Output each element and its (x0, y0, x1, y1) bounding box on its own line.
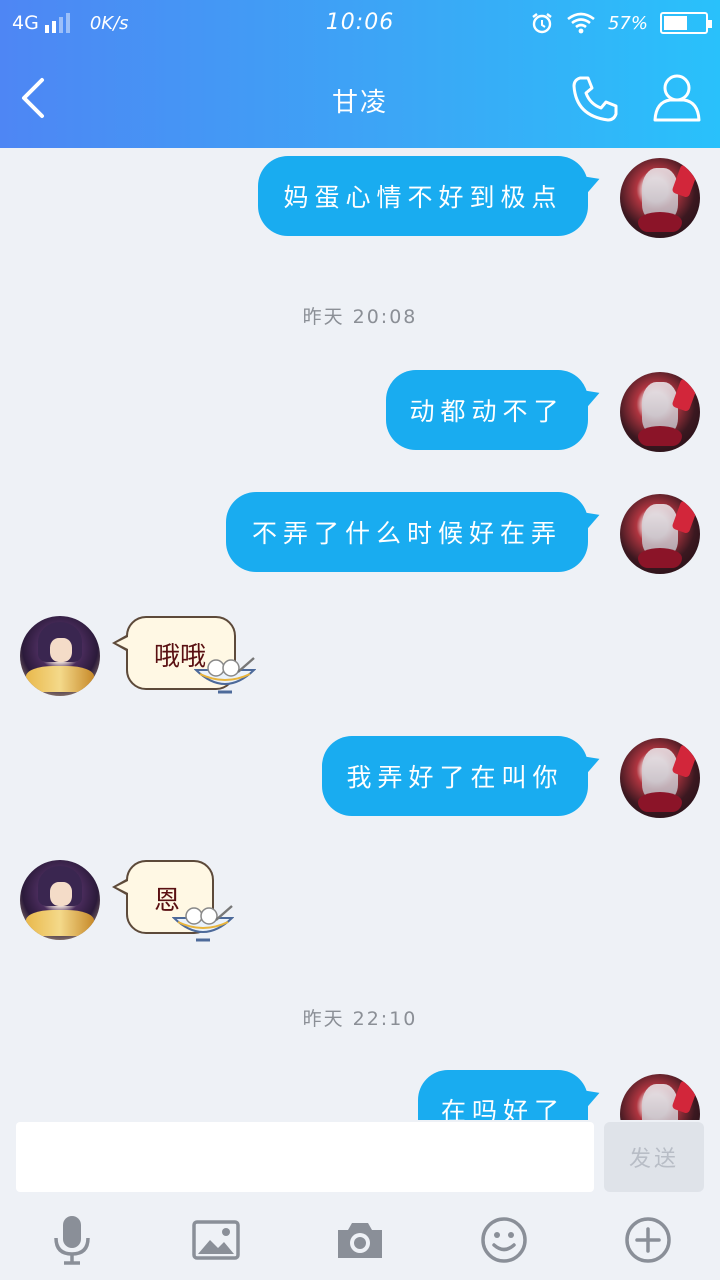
message-bubble[interactable]: 妈蛋心情不好到极点 (258, 156, 588, 236)
alarm-icon (532, 13, 552, 34)
message-text: 不弄了什么时候好在弄 (251, 519, 562, 548)
message-timestamp: 昨天 20:08 (302, 306, 418, 328)
battery-percent: 57% (607, 12, 648, 34)
message-bubble[interactable]: 不弄了什么时候好在弄 (226, 492, 588, 572)
camera-icon[interactable] (334, 1214, 386, 1266)
status-right: 57% (530, 11, 712, 35)
microphone-icon[interactable] (46, 1214, 98, 1266)
message-bubble[interactable]: 在吗好了 (418, 1070, 588, 1120)
message-input[interactable] (16, 1122, 594, 1192)
send-button[interactable]: 发送 (604, 1122, 704, 1192)
avatar[interactable] (620, 372, 700, 452)
message-text: 动都动不了 (409, 397, 565, 426)
profile-icon[interactable] (650, 70, 704, 124)
message-timestamp: 昨天 22:10 (302, 1008, 418, 1030)
chat-message-list[interactable]: 妈蛋心情不好到极点 昨天 20:08 动都动不了 不弄了什么时候好在弄 哦哦 我… (0, 148, 720, 1120)
message-bubble[interactable]: 我弄好了在叫你 (322, 736, 588, 816)
message-bubble[interactable]: 动都动不了 (386, 370, 588, 450)
avatar[interactable] (20, 616, 100, 696)
avatar[interactable] (620, 158, 700, 238)
emoji-icon[interactable] (478, 1214, 530, 1266)
dumpling-bowl-sticker (194, 657, 256, 694)
input-bar: 发送 (0, 1120, 720, 1200)
image-icon[interactable] (190, 1214, 242, 1266)
wifi-icon (567, 12, 595, 34)
avatar[interactable] (20, 860, 100, 940)
status-bar: 4G 0K/s 10:06 57% (0, 0, 720, 48)
dumpling-bowl-sticker (172, 905, 234, 942)
message-text: 在吗好了 (440, 1097, 565, 1120)
battery-icon (660, 12, 712, 34)
avatar[interactable] (620, 494, 700, 574)
input-toolbar (0, 1200, 720, 1280)
phone-call-icon[interactable] (568, 72, 622, 126)
message-text: 我弄好了在叫你 (346, 763, 564, 792)
message-text: 妈蛋心情不好到极点 (283, 183, 563, 212)
chat-header: 甘凌 (0, 48, 720, 148)
avatar[interactable] (620, 1074, 700, 1120)
avatar[interactable] (620, 738, 700, 818)
plus-icon[interactable] (622, 1214, 674, 1266)
